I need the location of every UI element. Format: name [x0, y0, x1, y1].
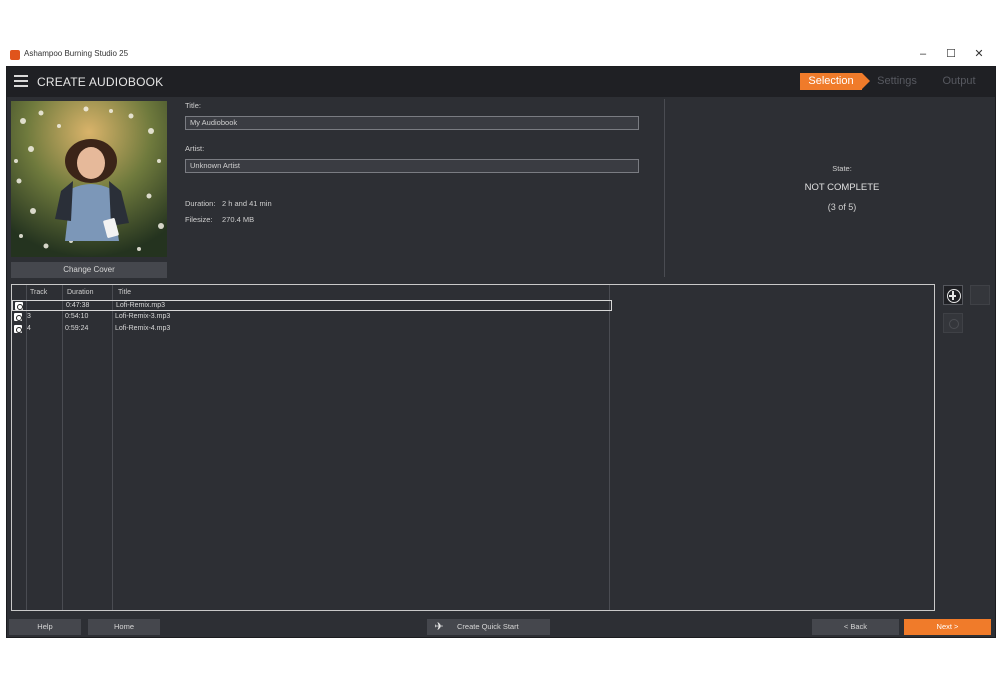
back-button[interactable]: < Back [812, 619, 899, 635]
change-cover-button[interactable]: Change Cover [11, 262, 167, 278]
app-window: CREATE AUDIOBOOK Selection Settings Outp… [6, 66, 996, 638]
app-icon [10, 50, 20, 60]
column-header-duration[interactable]: Duration [67, 289, 93, 296]
home-button[interactable]: Home [88, 619, 160, 635]
screen: Ashampoo Burning Studio 25 – ☐ ✕ CREATE … [0, 0, 1000, 700]
state-value: NOT COMPLETE [804, 182, 880, 193]
quick-start-label: Create Quick Start [457, 622, 519, 631]
track-number: 3 [27, 313, 31, 320]
duration-label: Duration: [185, 199, 216, 208]
track-duration: 0:54:10 [65, 313, 89, 320]
artist-label: Artist: [185, 144, 205, 153]
title-label: Title: [185, 101, 201, 110]
create-quick-start-button[interactable]: ✈ Create Quick Start [427, 619, 550, 635]
minimize-button[interactable]: – [914, 46, 932, 62]
disc-options-button[interactable] [943, 313, 963, 333]
track-title: Lofi-Remix-3.mp3 [115, 313, 171, 320]
filesize-value: 270.4 MB [222, 215, 255, 224]
track-duration: 0:59:24 [65, 325, 89, 332]
disc-icon[interactable] [14, 313, 22, 321]
maximize-button[interactable]: ☐ [942, 46, 960, 62]
footer-bar: Help Home ✈ Create Quick Start < Back Ne… [7, 617, 995, 637]
disc-icon[interactable] [15, 302, 23, 310]
table-row[interactable]: 0:47:38 Lofi-Remix.mp3 [12, 300, 612, 311]
cover-image [11, 101, 167, 257]
title-field[interactable]: My Audiobook [185, 116, 639, 130]
disc-icon[interactable] [14, 325, 22, 333]
track-duration: 0:47:38 [66, 302, 90, 309]
track-title: Lofi-Remix-4.mp3 [115, 325, 171, 332]
header-bar: CREATE AUDIOBOOK Selection Settings Outp… [7, 67, 995, 97]
artist-field[interactable]: Unknown Artist [185, 159, 639, 173]
table-row[interactable]: 4 0:59:24 Lofi-Remix-4.mp3 [12, 324, 612, 335]
duration-value: 2 h and 41 min [222, 199, 272, 208]
table-row[interactable]: 3 0:54:10 Lofi-Remix-3.mp3 [12, 312, 612, 323]
column-header-title[interactable]: Title [118, 289, 131, 296]
column-header-track[interactable]: Track [30, 289, 47, 296]
remove-button[interactable] [970, 285, 990, 305]
next-button[interactable]: Next > [904, 619, 991, 635]
step-settings[interactable]: Settings [869, 73, 925, 90]
track-number: 4 [27, 325, 31, 332]
track-title: Lofi-Remix.mp3 [116, 302, 166, 309]
track-list[interactable]: Track Duration Title 0:47:38 Lofi-Remix.… [11, 284, 935, 611]
page-title: CREATE AUDIOBOOK [37, 75, 164, 89]
filesize-label: Filesize: [185, 215, 213, 224]
close-button[interactable]: ✕ [970, 46, 988, 62]
help-button[interactable]: Help [9, 619, 81, 635]
state-label: State: [832, 164, 852, 173]
menu-icon[interactable] [14, 75, 28, 87]
step-output[interactable]: Output [931, 73, 987, 90]
title-bar: Ashampoo Burning Studio 25 – ☐ ✕ [6, 44, 996, 66]
quick-start-icon: ✈ [434, 621, 444, 633]
add-icon-plus [952, 291, 954, 300]
step-selection[interactable]: Selection [800, 73, 870, 90]
app-title: Ashampoo Burning Studio 25 [24, 49, 129, 58]
state-count: (3 of 5) [827, 202, 857, 212]
panel-divider [664, 99, 665, 277]
